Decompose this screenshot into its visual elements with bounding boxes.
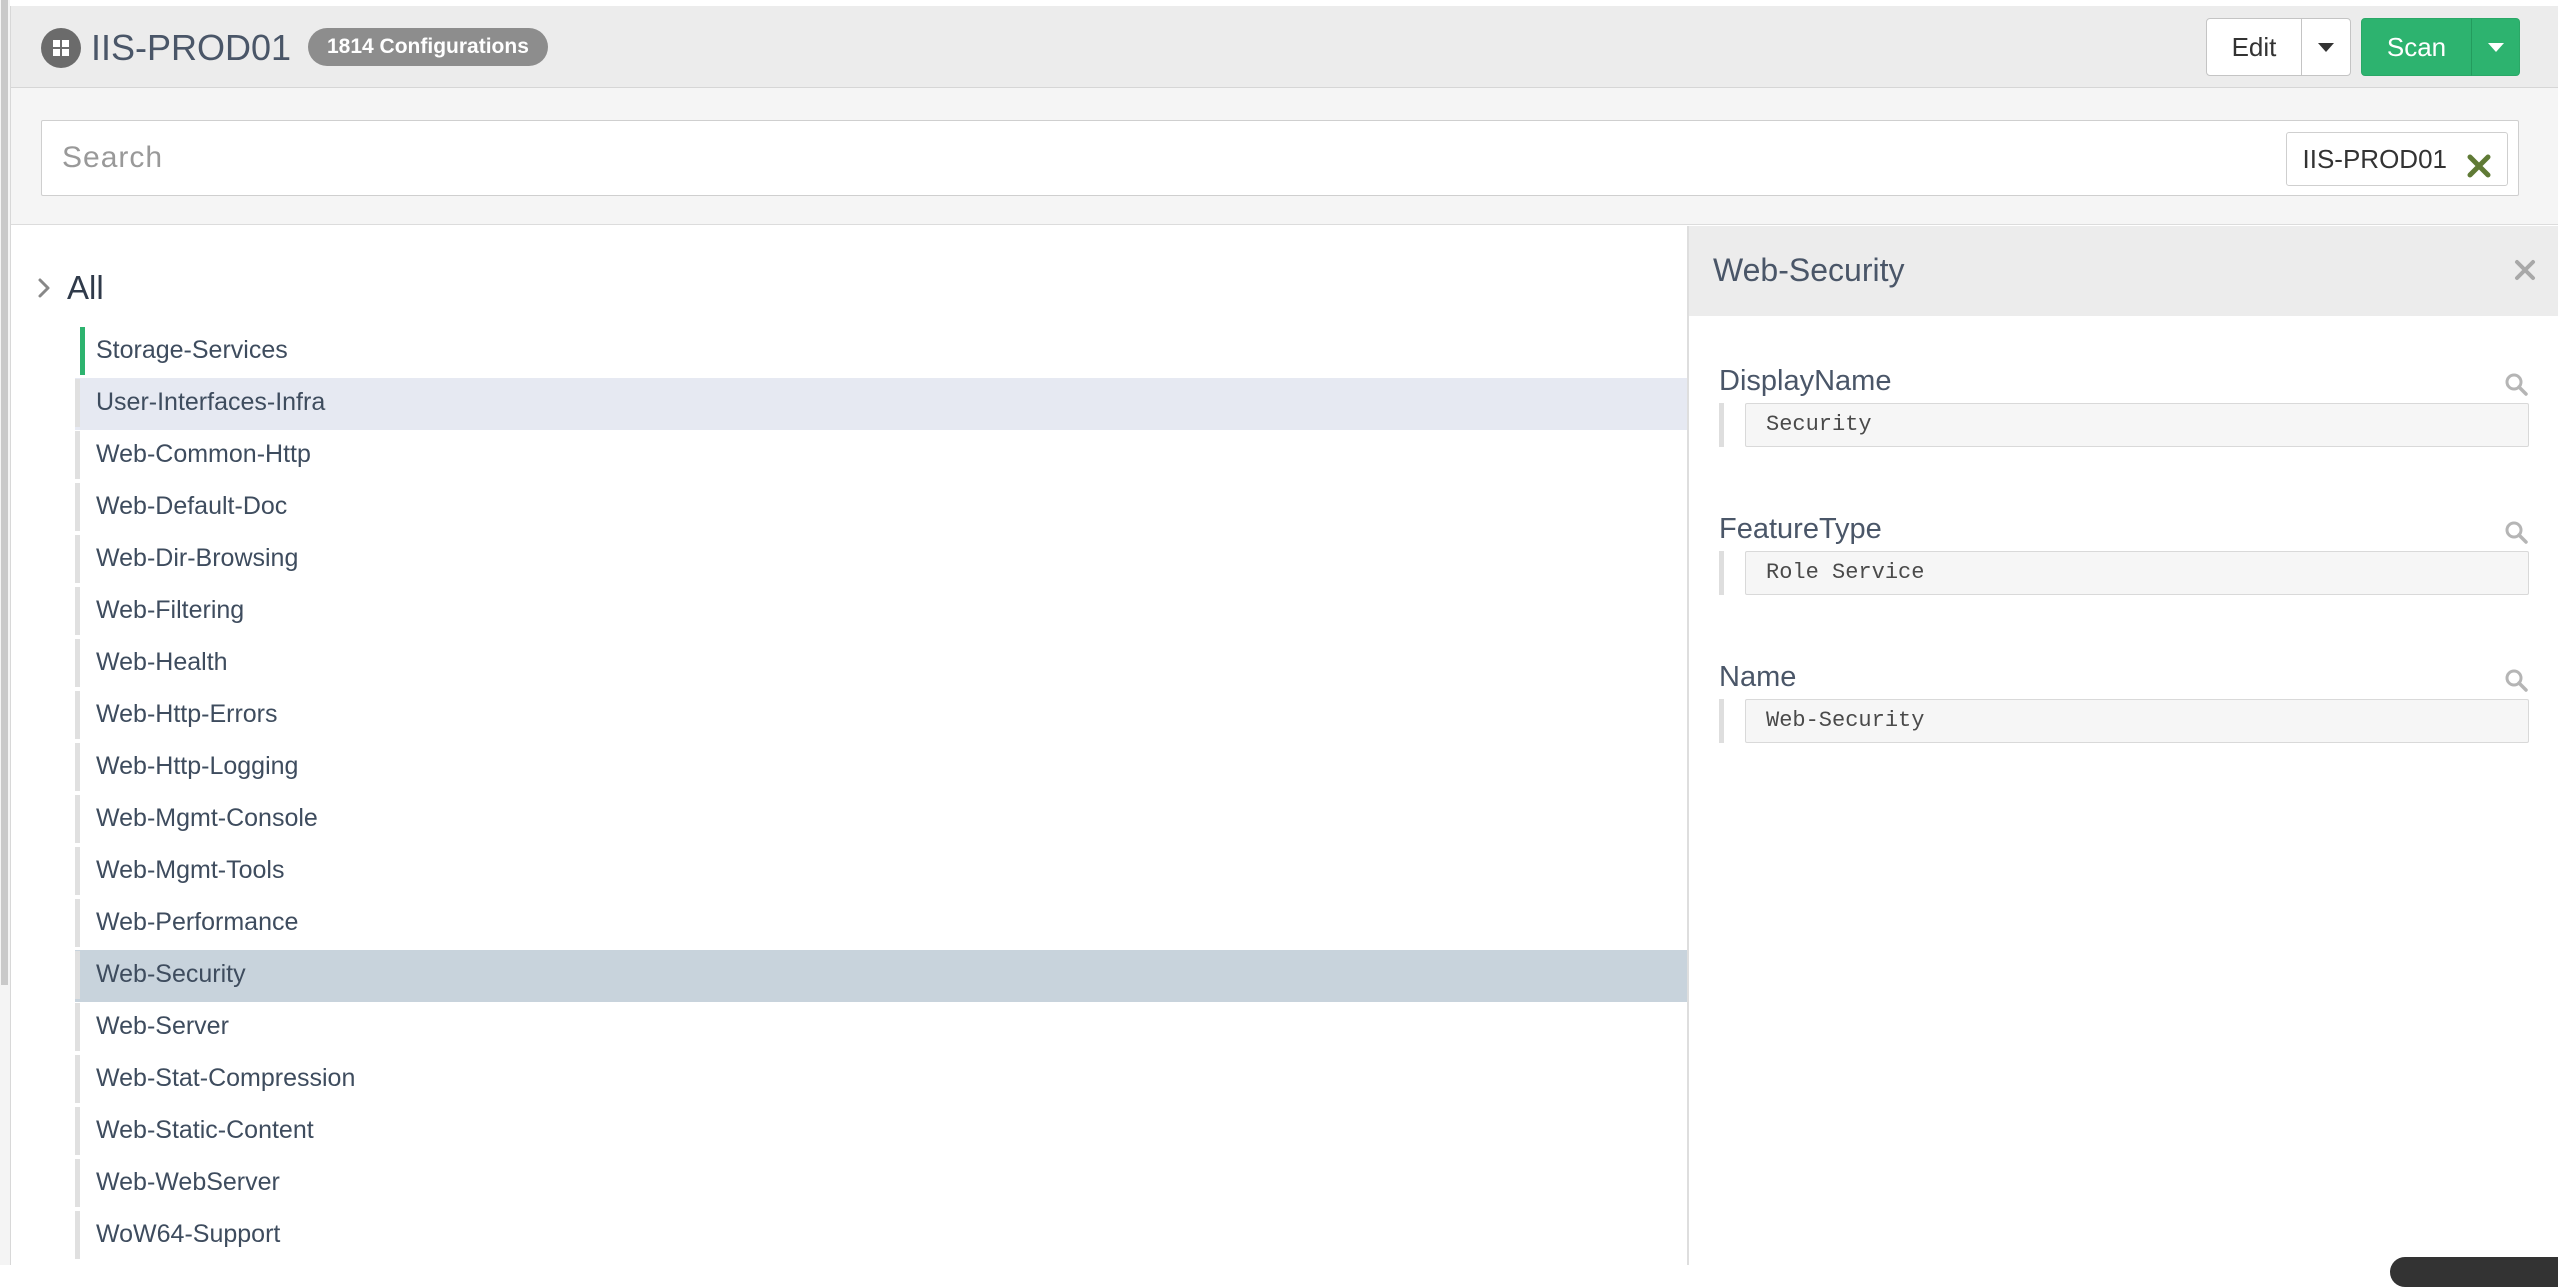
tree-item-label: Web-Stat-Compression [96, 1064, 356, 1092]
page-title: IIS-PROD01 [91, 27, 292, 68]
caret-down-icon [2318, 43, 2334, 52]
page-scrollbar[interactable] [0, 0, 10, 1265]
tree-item[interactable]: Web-Static-Content [75, 1106, 1687, 1158]
search-input[interactable] [42, 121, 2282, 195]
page-header: IIS-PROD01 1814 Configurations Edit Scan [11, 6, 2558, 88]
field-value-wrap: Web-Security [1719, 699, 2529, 743]
field-label: DisplayName [1719, 365, 1892, 397]
detail-header: Web-Security [1689, 226, 2558, 316]
tree-item-label: WoW64-Support [96, 1220, 281, 1248]
tree-item-label: Web-Default-Doc [96, 492, 288, 520]
field-featuretype: FeatureType Role Service [1719, 509, 2529, 595]
tree-item-label: Web-Mgmt-Tools [96, 856, 285, 884]
edit-button[interactable]: Edit [2206, 18, 2302, 76]
field-value: Role Service [1745, 551, 2529, 595]
tree-root-label: All [67, 269, 104, 306]
field-value: Web-Security [1745, 699, 2529, 743]
field-name: Name Web-Security [1719, 657, 2529, 743]
tree-item[interactable]: Web-Http-Errors [75, 690, 1687, 742]
tree-item-label: Storage-Services [96, 336, 288, 364]
tree-item-label: Web-Security [96, 960, 246, 988]
scan-dropdown-button[interactable] [2471, 18, 2520, 76]
config-count-badge: 1814 Configurations [308, 28, 548, 66]
search-icon[interactable] [2503, 667, 2529, 693]
detail-panel: Web-Security DisplayName Security Featur… [1687, 226, 2558, 1265]
tree-item[interactable]: Web-Filtering [75, 586, 1687, 638]
tree-item[interactable]: Web-Health [75, 638, 1687, 690]
tree-root[interactable]: All [35, 268, 104, 308]
page-scrollbar-thumb[interactable] [1, 0, 8, 985]
field-label: Name [1719, 661, 1797, 693]
configuration-tree: All Storage-Services User-Interfaces-Infr… [11, 226, 1687, 1265]
filter-chip[interactable]: IIS-PROD01 [2285, 132, 2508, 186]
field-value: Security [1745, 403, 2529, 447]
tree-item[interactable]: Storage-Services [75, 326, 1687, 378]
edit-dropdown-button[interactable] [2301, 18, 2351, 76]
field-value-wrap: Role Service [1719, 551, 2529, 595]
tree-item[interactable]: Web-WebServer [75, 1158, 1687, 1210]
tree-item[interactable]: Web-Mgmt-Console [75, 794, 1687, 846]
tree-item[interactable]: Web-Server [75, 1002, 1687, 1054]
tree-item[interactable]: User-Interfaces-Infra [75, 378, 1687, 430]
tree-item-label: Web-Dir-Browsing [96, 544, 299, 572]
tree-item[interactable]: Web-Http-Logging [75, 742, 1687, 794]
field-label: FeatureType [1719, 513, 1882, 545]
close-icon[interactable] [2513, 258, 2537, 282]
tree-item-label: Web-Common-Http [96, 440, 311, 468]
tree-item-label: Web-Static-Content [96, 1116, 314, 1144]
tree-item[interactable]: Web-Stat-Compression [75, 1054, 1687, 1106]
close-x-icon[interactable] [2465, 145, 2493, 178]
tree-item-label: Web-Server [96, 1012, 229, 1040]
windows-server-icon [41, 28, 81, 68]
tree-item-label: Web-Filtering [96, 596, 245, 624]
tree-item[interactable]: Web-Common-Http [75, 430, 1687, 482]
tree-item[interactable]: Web-Security [75, 950, 1687, 1002]
tree-item[interactable]: Web-Dir-Browsing [75, 534, 1687, 586]
tree-item-label: User-Interfaces-Infra [96, 388, 326, 416]
tree-item[interactable]: Web-Mgmt-Tools [75, 846, 1687, 898]
tree-item-label: Web-Mgmt-Console [96, 804, 318, 832]
filter-chip-label: IIS-PROD01 [2302, 144, 2448, 174]
tree-item[interactable]: Web-Performance [75, 898, 1687, 950]
chevron-right-icon[interactable] [35, 276, 53, 300]
tree-item-label: Web-Health [96, 648, 228, 676]
tree-item-label: Web-Http-Logging [96, 752, 299, 780]
search-box: IIS-PROD01 [41, 120, 2519, 196]
search-area: IIS-PROD01 [11, 88, 2558, 225]
scan-button[interactable]: Scan [2361, 18, 2472, 76]
tree-item-label: Web-Performance [96, 908, 299, 936]
search-icon[interactable] [2503, 519, 2529, 545]
tree-item[interactable]: WoW64-Support [75, 1210, 1687, 1262]
caret-down-icon [2487, 43, 2504, 52]
app: IIS-PROD01 1814 Configurations Edit Scan… [10, 6, 2558, 1265]
tree-item[interactable]: Web-Default-Doc [75, 482, 1687, 534]
tree-item-list: Storage-Services User-Interfaces-Infra Web… [75, 326, 1687, 1262]
field-value-wrap: Security [1719, 403, 2529, 447]
detail-title: Web-Security [1713, 252, 1905, 288]
tree-item-label: Web-WebServer [96, 1168, 280, 1196]
field-displayname: DisplayName Security [1719, 361, 2529, 447]
corner-widget [2390, 1257, 2558, 1287]
tree-item-label: Web-Http-Errors [96, 700, 278, 728]
search-icon[interactable] [2503, 371, 2529, 397]
